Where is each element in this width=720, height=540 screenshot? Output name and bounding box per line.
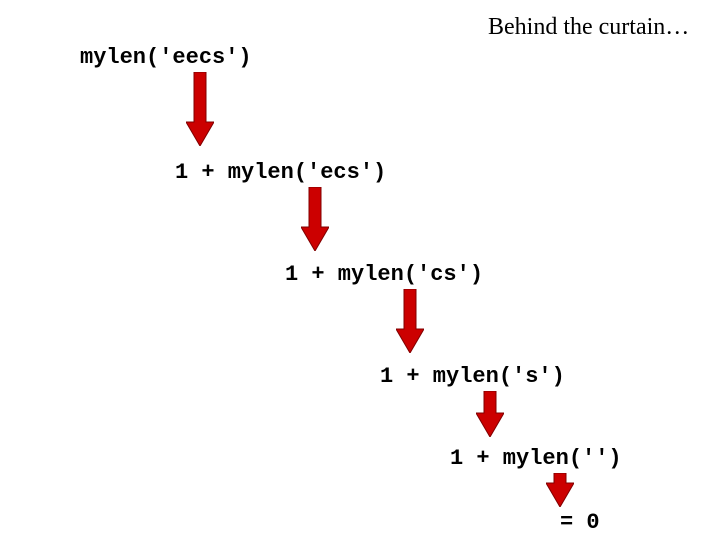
page-title: Behind the curtain… bbox=[488, 14, 689, 41]
arrow-down-icon bbox=[301, 187, 329, 251]
arrow-down-icon bbox=[186, 72, 214, 146]
step-1: 1 + mylen('ecs') bbox=[175, 160, 386, 185]
arrow-down-icon bbox=[396, 289, 424, 353]
step-5: = 0 bbox=[560, 510, 600, 535]
step-3: 1 + mylen('s') bbox=[380, 364, 565, 389]
step-4: 1 + mylen('') bbox=[450, 446, 622, 471]
step-0: mylen('eecs') bbox=[80, 45, 252, 70]
arrow-down-icon bbox=[476, 391, 504, 437]
arrow-down-icon bbox=[546, 473, 574, 507]
step-2: 1 + mylen('cs') bbox=[285, 262, 483, 287]
